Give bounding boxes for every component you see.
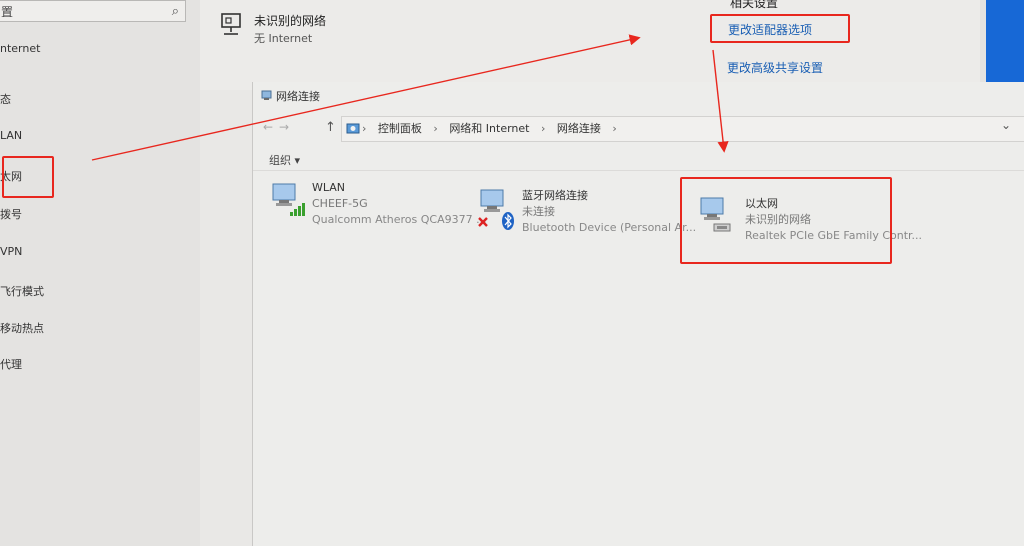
search-icon[interactable]: ⌕: [172, 1, 179, 23]
breadcrumb-sep: ›: [362, 122, 367, 135]
highlight-box-adapter-link: [710, 14, 850, 43]
network-connections-window: 网络连接 ←→ ↑ › 控制面板 › 网络和 Internet › 网络连接 ›…: [252, 82, 1024, 546]
window-title: 网络连接: [261, 88, 320, 104]
sidebar-item-hotspot[interactable]: 移动热点: [0, 320, 44, 336]
connection-status: CHEEF-5G: [312, 197, 368, 210]
wlan-adapter-icon: [272, 183, 305, 216]
bluetooth-adapter-icon: [478, 189, 514, 230]
sidebar-item-airplane[interactable]: 飞行模式: [0, 283, 44, 299]
organize-button[interactable]: 组织 ▾: [269, 152, 300, 168]
window-title-text: 网络连接: [276, 90, 320, 103]
chevron-down-icon[interactable]: ⌄: [1001, 118, 1011, 132]
breadcrumb-control-panel[interactable]: 控制面板: [378, 117, 422, 141]
toolbar: 组织 ▾ ⌄: [253, 118, 1024, 171]
connection-device: Qualcomm Atheros QCA9377 ...: [312, 213, 487, 226]
connection-device: Bluetooth Device (Personal Ar...: [522, 221, 697, 234]
network-monitor-icon: [221, 13, 241, 35]
sidebar-item-internet[interactable]: nternet: [0, 42, 40, 55]
network-folder-icon: [261, 90, 272, 100]
breadcrumb-network-internet[interactable]: 网络和 Internet: [449, 117, 529, 141]
up-button[interactable]: ↑: [325, 120, 336, 135]
search-text: 置: [1, 5, 14, 19]
breadcrumb-sep: ›: [541, 122, 546, 135]
sidebar-item-vpn[interactable]: VPN: [0, 245, 22, 258]
settings-sidebar: 置 ⌕ nternet 态 LAN 太网 拨号 VPN 飞行模式 移动热点 代理: [0, 0, 200, 546]
highlight-box-ethernet-adapter: [680, 177, 892, 264]
network-status: 无 Internet: [254, 32, 313, 45]
connection-status: 未连接: [522, 205, 555, 218]
connection-name: 蓝牙网络连接: [522, 189, 588, 202]
search-input[interactable]: 置 ⌕: [0, 0, 186, 22]
breadcrumb-sep: ›: [433, 122, 438, 135]
control-panel-icon: [346, 123, 360, 134]
connection-name: WLAN: [312, 181, 346, 194]
sidebar-item-proxy[interactable]: 代理: [0, 356, 22, 372]
sidebar-item-dialup[interactable]: 拨号: [0, 206, 22, 222]
connection-wlan[interactable]: WLAN CHEEF-5G Qualcomm Atheros QCA9377 .…: [270, 180, 487, 230]
back-forward-buttons[interactable]: ←→: [263, 120, 295, 134]
connection-bluetooth[interactable]: 蓝牙网络连接 未连接 Bluetooth Device (Personal Ar…: [478, 188, 696, 238]
sidebar-item-wlan[interactable]: LAN: [0, 129, 22, 142]
desktop-background: [980, 0, 1024, 90]
related-settings-title: 相关设置: [730, 0, 779, 10]
network-name: 未识别的网络: [254, 14, 327, 28]
sidebar-item-status[interactable]: 态: [0, 91, 11, 107]
breadcrumb-network-connections[interactable]: 网络连接: [557, 117, 601, 141]
address-bar[interactable]: › 控制面板 › 网络和 Internet › 网络连接 ›: [341, 116, 1024, 142]
breadcrumb-sep: ›: [612, 122, 617, 135]
highlight-box-ethernet-nav: [2, 156, 54, 198]
change-sharing-settings-link[interactable]: 更改高级共享设置: [727, 59, 823, 76]
